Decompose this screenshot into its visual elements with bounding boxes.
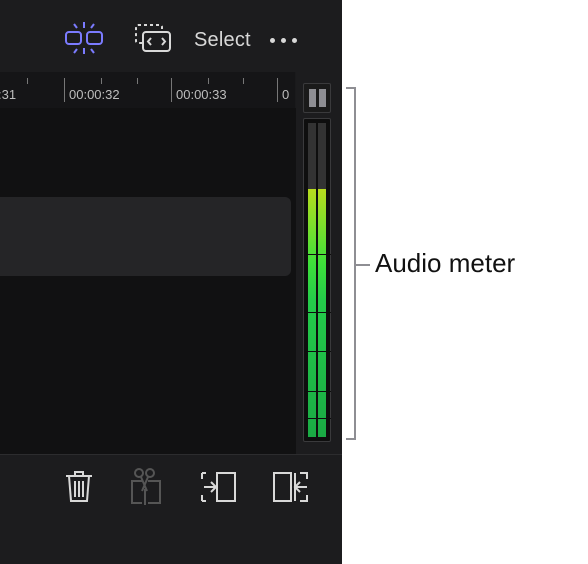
split-icon: [131, 468, 161, 505]
timecode-label: 00:00:33: [176, 87, 227, 102]
trash-icon[interactable]: [64, 469, 94, 505]
timeline-ruler[interactable]: [0, 72, 295, 108]
bottom-toolbar: [0, 454, 342, 564]
audio-meter: [303, 118, 331, 442]
select-button[interactable]: Select: [194, 28, 251, 52]
audio-meter-left-channel: [308, 123, 316, 437]
timecode-label: :31: [0, 87, 17, 102]
callout-leader: [356, 264, 370, 266]
callout-label: Audio meter: [375, 248, 516, 278]
timeline-clip[interactable]: [0, 197, 291, 276]
timecode-label: 00:00:32: [69, 87, 120, 102]
audio-meter-peak: [303, 83, 331, 113]
top-toolbar: Select: [0, 0, 342, 72]
transform-icon[interactable]: [134, 22, 174, 58]
move-out-icon[interactable]: [272, 469, 310, 505]
more-icon[interactable]: [270, 38, 300, 44]
move-in-icon[interactable]: [200, 469, 238, 505]
timeline-area[interactable]: [0, 108, 296, 454]
app-window: Select :31 00:00:32 00:00:33 0: [0, 0, 342, 564]
timecode-label: 0: [282, 87, 290, 102]
callout-bracket: [346, 87, 356, 440]
snapping-icon[interactable]: [62, 20, 106, 60]
audio-meter-right-channel: [318, 123, 326, 437]
